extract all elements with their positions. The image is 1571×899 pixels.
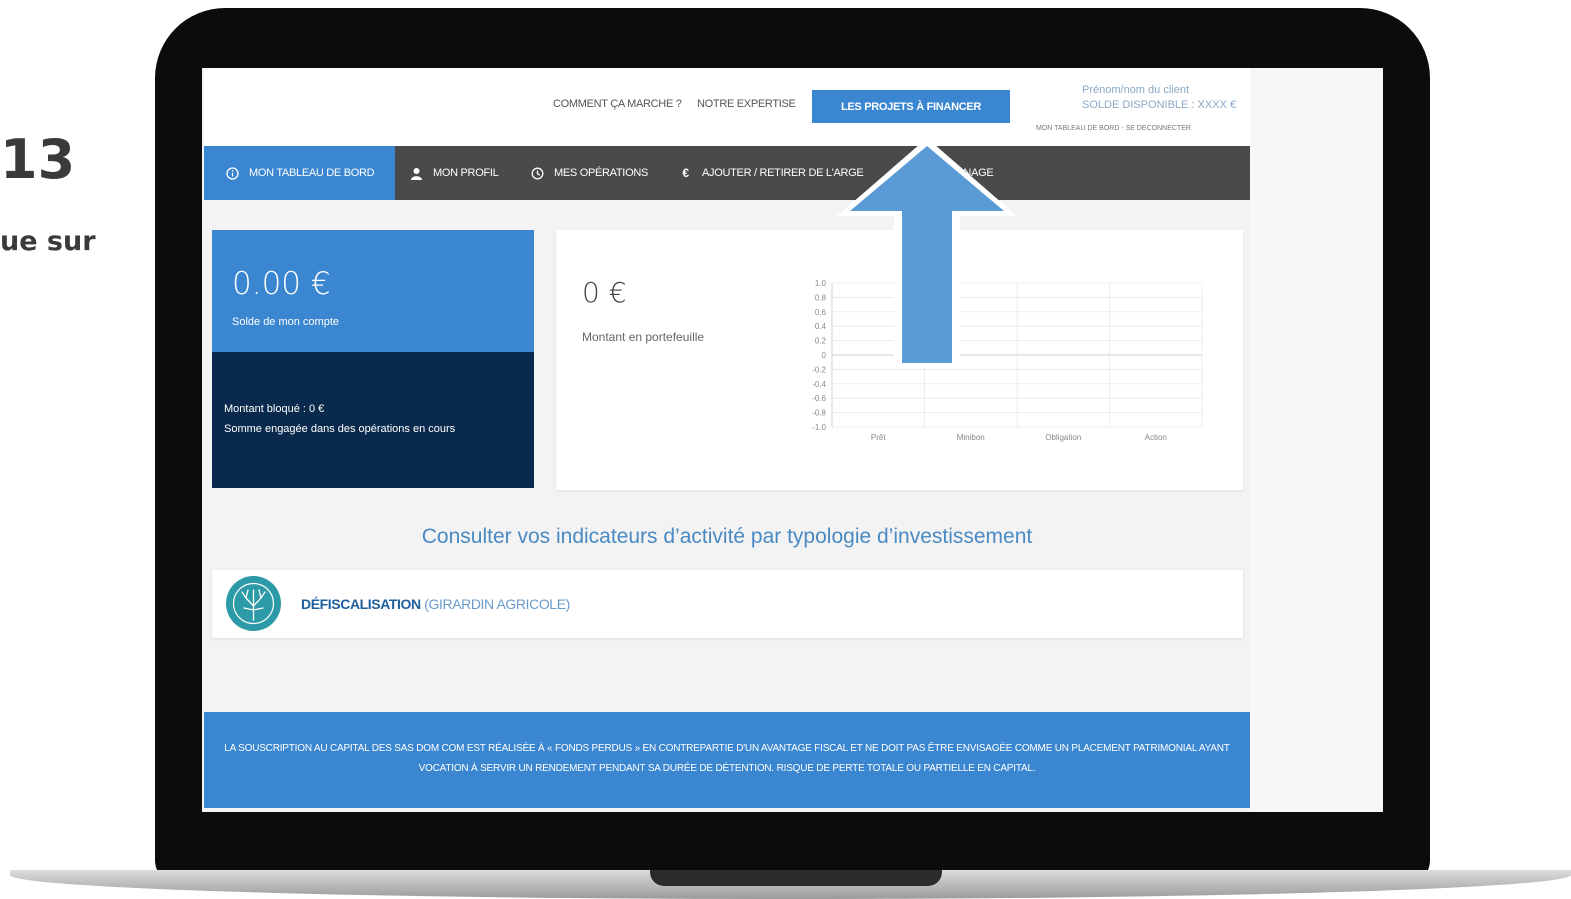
nav-link-how-it-works[interactable]: COMMENT ÇA MARCHE ? xyxy=(553,98,682,110)
projects-to-finance-button[interactable]: LES PROJETS À FINANCER xyxy=(812,90,1010,123)
chart-x-tick-label: Prêt xyxy=(871,433,886,442)
chart-y-tick-label: 0.8 xyxy=(815,293,827,302)
defiscalisation-subtitle: (GIRARDIN AGRICOLE) xyxy=(424,596,570,612)
client-account-links[interactable]: MON TABLEAU DE BORD - SE DECONNECTER xyxy=(1036,125,1191,132)
indicators-heading: Consulter vos indicateurs d’activité par… xyxy=(421,525,1033,548)
chart-y-tick-label: -0.8 xyxy=(812,409,826,418)
nav-tab-operations[interactable]: MES OPÉRATIONS xyxy=(531,146,648,200)
nav-tab-label: MON PROFIL xyxy=(433,167,499,179)
account-balance-card: 0.00 € Solde de mon compte xyxy=(212,230,534,352)
nav-link-expertise[interactable]: NOTRE EXPERTISE xyxy=(697,98,796,110)
chart-y-tick-label: 0.4 xyxy=(815,322,827,331)
main-nav: MON TABLEAU DE BORD MON PROFIL MES OPÉRA… xyxy=(204,146,1250,200)
footer-disclaimer: LA SOUSCRIPTION AU CAPITAL DES SAS DOM C… xyxy=(204,712,1250,808)
balance-label: Solde de mon compte xyxy=(232,316,340,328)
laptop-screen: COMMENT ÇA MARCHE ? NOTRE EXPERTISE LES … xyxy=(202,68,1383,812)
engaged-amount-text: Somme engagée dans des opérations en cou… xyxy=(224,423,456,435)
client-name: Prénom/nom du client xyxy=(1082,84,1189,96)
info-icon xyxy=(226,166,239,180)
defiscalisation-title: DÉFISCALISATION xyxy=(301,596,421,612)
laptop-notch xyxy=(650,870,942,886)
chart-y-tick-label: 0.6 xyxy=(815,308,827,317)
arrow-up-icon xyxy=(837,138,1017,368)
nav-tab-dashboard[interactable]: MON TABLEAU DE BORD xyxy=(204,146,395,200)
defiscalisation-label: DÉFISCALISATION (GIRARDIN AGRICOLE) xyxy=(301,596,570,612)
chart-y-tick-label: 0 xyxy=(822,351,827,360)
chart-y-tick-label: -0.2 xyxy=(812,365,826,374)
nav-tab-label: MON TABLEAU DE BORD xyxy=(249,167,375,179)
blocked-amount: Montant bloqué : 0 € xyxy=(224,403,325,415)
portfolio-amount: 0 € xyxy=(582,276,627,309)
chart-y-tick-label: -0.6 xyxy=(812,394,826,403)
user-icon xyxy=(410,167,423,180)
euro-icon: € xyxy=(682,165,689,180)
chart-x-tick-label: Action xyxy=(1145,433,1167,442)
nav-tab-label: MES OPÉRATIONS xyxy=(554,167,648,179)
blocked-amount-card: Montant bloqué : 0 € Somme engagée dans … xyxy=(212,352,534,488)
chart-x-tick-label: Minibon xyxy=(957,433,985,442)
history-icon xyxy=(531,167,544,180)
top-header: COMMENT ÇA MARCHE ? NOTRE EXPERTISE LES … xyxy=(204,68,1250,146)
slide-step-number: 13 xyxy=(0,128,76,191)
chart-x-tick-label: Obligation xyxy=(1045,433,1081,442)
portfolio-label: Montant en portefeuille xyxy=(582,330,705,344)
balance-amount: 0.00 € xyxy=(232,266,331,302)
tree-icon xyxy=(226,576,281,631)
website: COMMENT ÇA MARCHE ? NOTRE EXPERTISE LES … xyxy=(204,68,1250,812)
client-balance: SOLDE DISPONIBLE : XXXX € xyxy=(1082,99,1237,111)
chart-y-tick-label: 1.0 xyxy=(815,279,827,288)
client-info: Prénom/nom du client SOLDE DISPONIBLE : … xyxy=(1082,83,1236,113)
screen-side-panel xyxy=(1250,68,1383,812)
chart-y-tick-label: 0.2 xyxy=(815,337,827,346)
defiscalisation-row[interactable]: DÉFISCALISATION (GIRARDIN AGRICOLE) xyxy=(212,570,1243,638)
chart-y-tick-label: -0.4 xyxy=(812,380,826,389)
nav-tab-profile[interactable]: MON PROFIL xyxy=(410,146,499,200)
chart-y-tick-label: -1.0 xyxy=(812,423,826,432)
slide-caption: ue sur xyxy=(0,226,96,257)
